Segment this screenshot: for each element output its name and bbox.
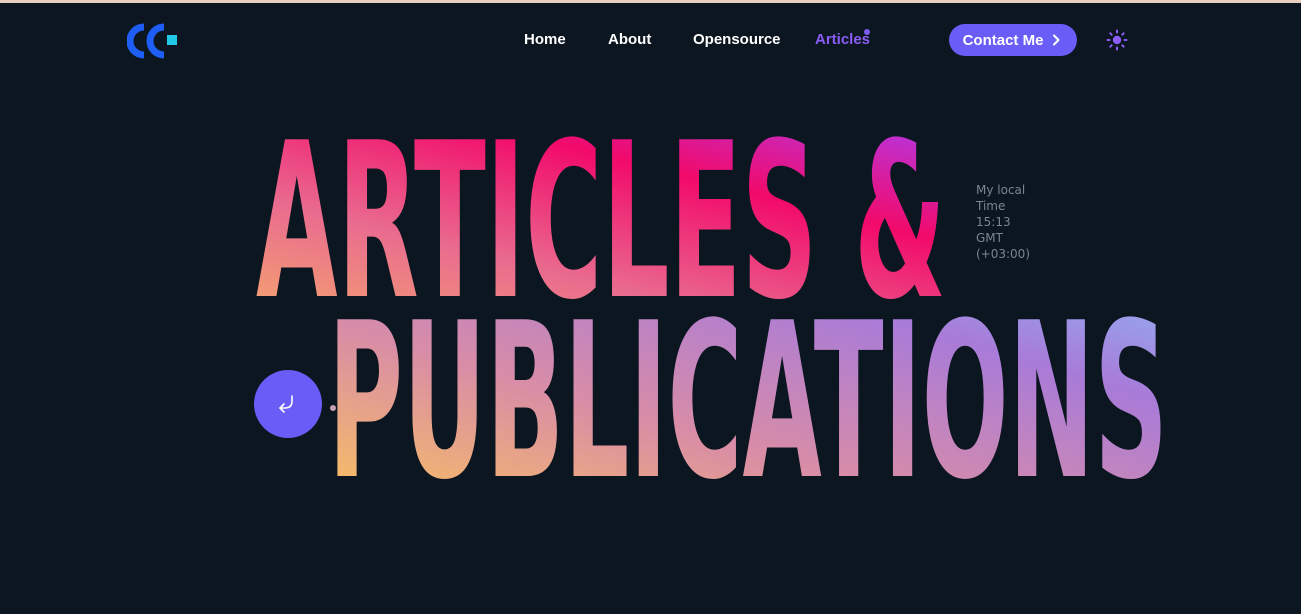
hero-line-2: PUBLICATIONS — [328, 276, 1168, 527]
local-time-line: My local — [976, 183, 1026, 197]
local-time-widget: My local Time 15:13 GMT (+03:00) — [976, 182, 1046, 262]
local-time-offset: (+03:00) — [976, 247, 1030, 261]
local-time-line: Time — [976, 199, 1006, 213]
local-time-value: 15:13 — [976, 215, 1011, 229]
scroll-down-button[interactable] — [254, 370, 322, 438]
hero-heading: ARTICLES & PUBLICATIONS — [256, 96, 1168, 527]
local-time-line: GMT — [976, 231, 1003, 245]
decorative-dot — [330, 405, 336, 411]
arrow-down-left-icon — [279, 395, 293, 413]
